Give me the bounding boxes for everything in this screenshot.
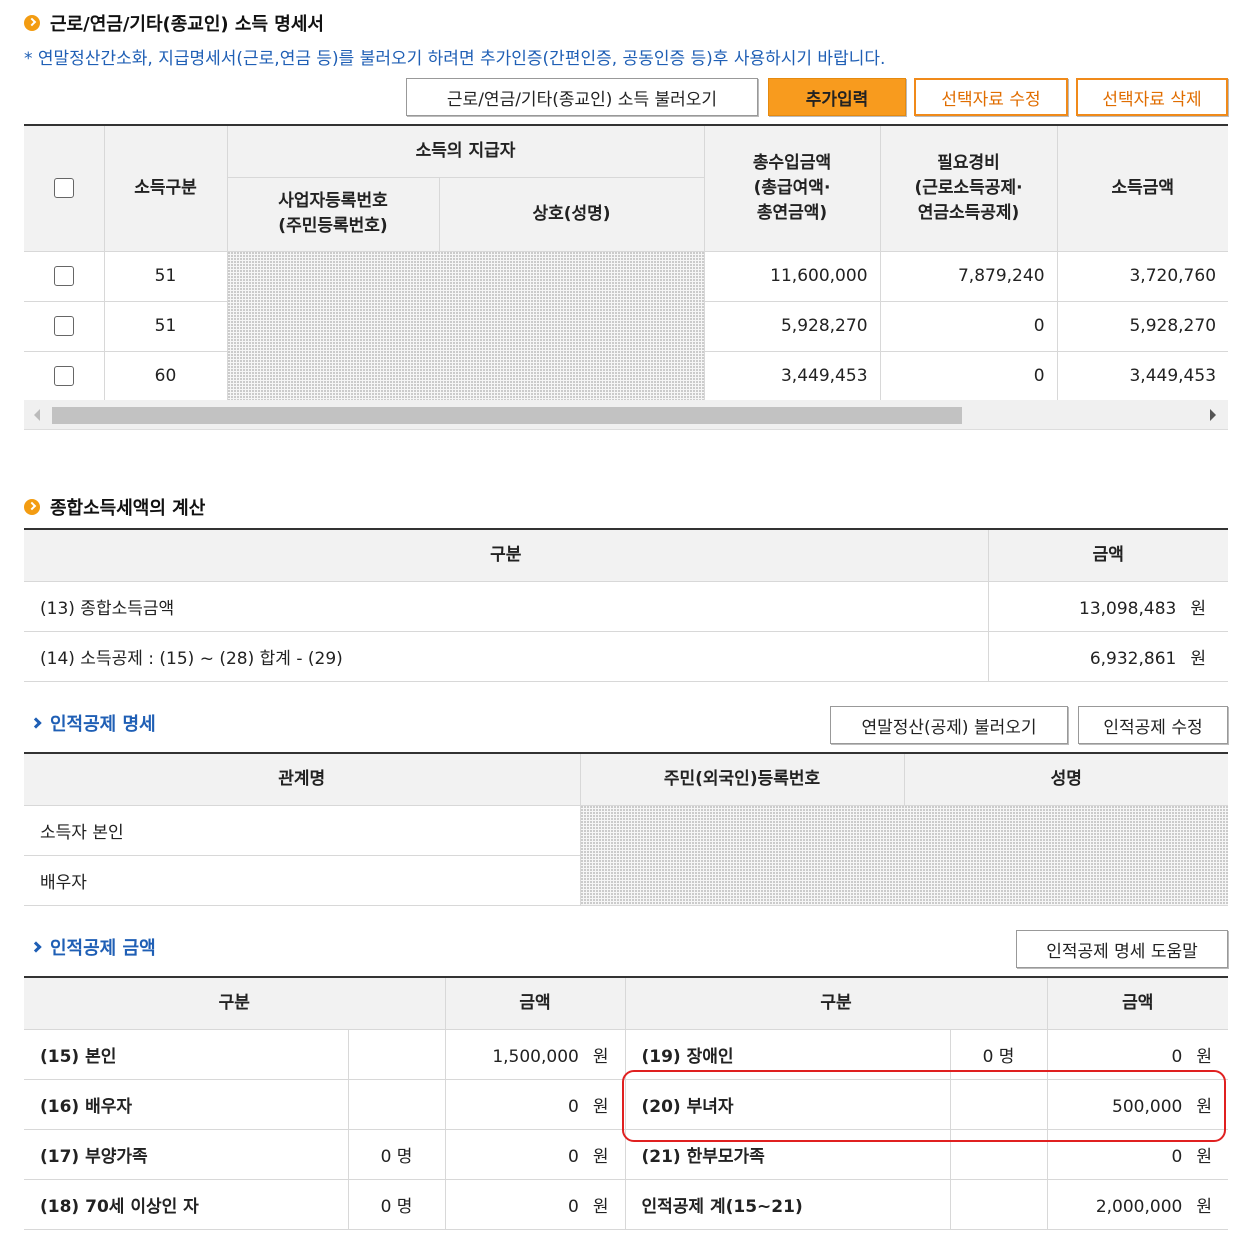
header-amount-left: 금액: [444, 977, 625, 1030]
chevron-right-icon: [30, 941, 42, 953]
deduction-amount: 0원: [444, 1079, 625, 1130]
edit-personal-button[interactable]: 인적공제 수정: [1078, 706, 1228, 744]
row-select-cell: [24, 251, 104, 302]
header-bizno: 사업자등록번호 (주민등록번호): [226, 177, 439, 252]
personal-detail-title: 인적공제 명세: [30, 710, 156, 736]
help-button[interactable]: 인적공제 명세 도움말: [1016, 930, 1228, 968]
row-select-cell: [24, 301, 104, 352]
tax-section-title: 종합소득세액의 계산: [24, 494, 205, 520]
expense-cell: 0: [879, 301, 1058, 352]
deduction-amount: 0원: [444, 1179, 625, 1230]
income-cell: 3,449,453: [1056, 351, 1229, 402]
header-amount-right: 금액: [1046, 977, 1228, 1030]
deduction-amount: 1,500,000 원: [444, 1029, 625, 1080]
table-row[interactable]: 소득자 본인: [24, 805, 1228, 906]
header-expense: 필요경비 (근로소득공제· 연금소득공제): [879, 125, 1058, 252]
chevron-right-icon: [30, 717, 42, 729]
income-type-cell: 51: [103, 251, 227, 302]
scroll-left-arrow-icon[interactable]: [34, 409, 40, 421]
deduction-count: [347, 1029, 445, 1080]
personal-amount-title: 인적공제 금액: [30, 934, 156, 960]
income-cell: 3,720,760: [1056, 251, 1229, 302]
header-amount: 금액: [987, 529, 1228, 582]
horizontal-scrollbar[interactable]: [24, 400, 1228, 430]
deduction-count: 0 명: [347, 1179, 445, 1230]
relation-cell: 배우자: [24, 855, 580, 906]
add-entry-button[interactable]: 추가입력: [768, 78, 906, 116]
scroll-right-arrow-icon[interactable]: [1210, 409, 1216, 421]
deduction-count: [347, 1079, 445, 1130]
select-all-checkbox[interactable]: [53, 177, 74, 198]
income-type-cell: 51: [103, 301, 227, 352]
expense-cell: 7,879,240: [879, 251, 1058, 302]
deduction-total-label: 인적공제 계(15~21): [624, 1179, 950, 1230]
header-income: 소득금액: [1056, 125, 1229, 252]
row-label: (13) 종합소득금액: [24, 581, 988, 632]
row-amount: 13,098,483 원: [987, 581, 1228, 632]
deduction-label: (18) 70세 이상인 자: [24, 1179, 348, 1230]
auth-notice: * 연말정산간소화, 지급명세서(근로,연금 등)를 불러오기 하려면 추가인증…: [24, 49, 886, 69]
header-regno: 주민(외국인)등록번호: [579, 753, 904, 806]
select-all-header: [24, 125, 104, 252]
header-person-name: 성명: [903, 753, 1228, 806]
personal-detail-table: 관계명 주민(외국인)등록번호 성명 소득자 본인 배우자: [24, 752, 1228, 906]
relation-cell: 소득자 본인: [24, 805, 580, 856]
header-income-type: 소득구분: [103, 125, 227, 252]
row-label: (14) 소득공제 : (15) ~ (28) 합계 - (29): [24, 631, 988, 682]
row-checkbox[interactable]: [53, 316, 74, 336]
income-section-title: 근로/연금/기타(종교인) 소득 명세서: [24, 10, 324, 36]
row-checkbox[interactable]: [53, 366, 74, 386]
expense-cell: 0: [879, 351, 1058, 402]
tax-table: 구분 금액 (13) 종합소득금액 13,098,483 원 (14) 소득공제 …: [24, 528, 1228, 682]
header-gross: 총수입금액 (총급여액· 총연금액): [703, 125, 881, 252]
income-table: 소득구분 소득의 지급자 총수입금액 (총급여액· 총연금액) 필요경비 (근로…: [24, 124, 1229, 402]
header-category: 구분: [24, 529, 988, 582]
load-income-button[interactable]: 근로/연금/기타(종교인) 소득 불러오기: [406, 78, 758, 116]
deduction-total-amount: 2,000,000 원: [1046, 1179, 1228, 1230]
deduction-label: (16) 배우자: [24, 1079, 348, 1130]
load-yearend-button[interactable]: 연말정산(공제) 불러오기: [830, 706, 1068, 744]
header-name: 상호(성명): [438, 177, 705, 252]
deduction-label: (17) 부양가족: [24, 1129, 348, 1180]
table-row[interactable]: 51 11,600,000 7,879,240 3,720,760: [24, 251, 1229, 402]
row-amount: 6,932,861 원: [987, 631, 1228, 682]
header-relation: 관계명: [24, 753, 580, 806]
income-type-cell: 60: [103, 351, 227, 402]
table-row: (18) 70세 이상인 자 0 명 0원 인적공제 계(15~21) 2,00…: [24, 1179, 1228, 1230]
header-category-left: 구분: [24, 977, 445, 1030]
row-select-cell: [24, 351, 104, 402]
deduction-label: (15) 본인: [24, 1029, 348, 1080]
table-row: (14) 소득공제 : (15) ~ (28) 합계 - (29) 6,932,…: [24, 631, 1228, 682]
gross-cell: 5,928,270: [703, 301, 881, 352]
scroll-thumb[interactable]: [52, 407, 962, 424]
masked-payer-info: [226, 251, 705, 402]
income-cell: 5,928,270: [1056, 301, 1229, 352]
masked-person-info: [579, 805, 1228, 906]
edit-selected-button[interactable]: 선택자료 수정: [914, 78, 1068, 116]
deduction-amount: 0원: [444, 1129, 625, 1180]
section-bullet-icon: [24, 499, 40, 515]
row-checkbox[interactable]: [53, 266, 74, 286]
gross-cell: 3,449,453: [703, 351, 881, 402]
highlight-annotation: [622, 1070, 1226, 1142]
section-bullet-icon: [24, 15, 40, 31]
header-category-right: 구분: [624, 977, 1047, 1030]
deduction-count: [949, 1179, 1047, 1230]
header-payer: 소득의 지급자: [226, 125, 705, 178]
table-row: (13) 종합소득금액 13,098,483 원: [24, 581, 1228, 632]
delete-selected-button[interactable]: 선택자료 삭제: [1076, 78, 1228, 116]
gross-cell: 11,600,000: [703, 251, 881, 302]
deduction-count: 0 명: [347, 1129, 445, 1180]
